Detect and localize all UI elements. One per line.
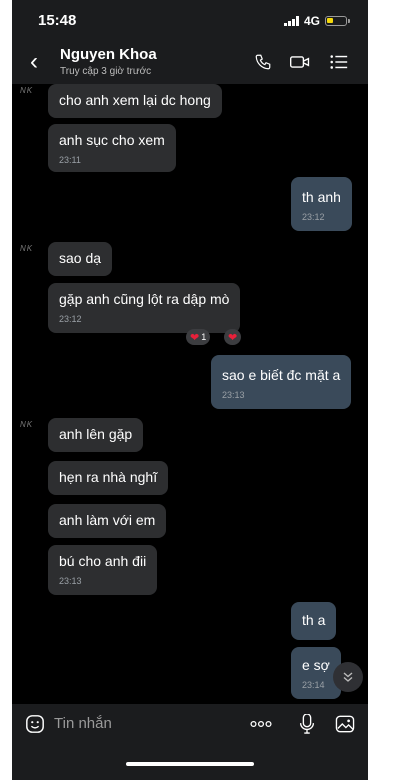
signal-icon [283, 16, 299, 26]
status-bar: 15:48 4G [12, 0, 368, 40]
last-seen-status: Truy cập 3 giờ trước [60, 66, 152, 77]
status-time: 15:48 [38, 12, 77, 29]
message-text: gặp anh cũng lột ra dập mò [59, 291, 230, 307]
message-time: 23:12 [302, 212, 325, 222]
emoji-sticker-icon[interactable] [24, 714, 46, 734]
message-text: th a [302, 612, 326, 628]
voice-to-text-icon[interactable] [296, 714, 318, 734]
react-button[interactable]: ❤ [224, 329, 242, 345]
reaction-summary[interactable]: ❤ 1 [186, 329, 211, 345]
status-indicators: 4G [283, 14, 350, 28]
message-incoming[interactable]: cho anh xem lại dc hong [48, 84, 222, 118]
contact-name[interactable]: Nguyen Khoa [60, 46, 157, 63]
message-incoming[interactable]: sao dạ [48, 242, 113, 276]
phone-call-icon[interactable] [252, 52, 274, 72]
message-incoming[interactable]: hẹn ra nhà nghĩ [48, 461, 169, 495]
message-text: sao dạ [59, 250, 102, 266]
message-time: 23:12 [59, 314, 82, 324]
message-composer: Tin nhắn [12, 704, 368, 744]
menu-list-icon[interactable] [328, 52, 350, 72]
message-outgoing[interactable]: th anh 23:12 [291, 177, 352, 231]
chat-header: ‹ Nguyen Khoa Truy cập 3 giờ trước [12, 40, 368, 84]
avatar[interactable]: NK [20, 86, 33, 95]
more-options-icon[interactable] [248, 714, 274, 734]
message-text: th anh [302, 189, 341, 205]
phone-screen: 15:48 4G ‹ Nguyen Khoa Truy cập 3 giờ tr… [12, 0, 368, 780]
message-text: sao e biết đc mặt a [222, 367, 341, 383]
avatar[interactable]: NK [20, 420, 33, 429]
home-indicator[interactable] [126, 762, 254, 766]
message-text: anh lên gặp [59, 426, 133, 442]
message-text: hẹn ra nhà nghĩ [59, 469, 158, 485]
message-time: 23:11 [59, 155, 81, 165]
home-indicator-area [12, 744, 368, 780]
message-text: cho anh xem lại dc hong [59, 92, 211, 108]
image-gallery-icon[interactable] [334, 714, 356, 734]
battery-tip [348, 19, 350, 23]
message-incoming[interactable]: anh sục cho xem 23:11 [48, 124, 176, 172]
heart-icon: ❤ [190, 331, 200, 344]
message-incoming[interactable]: gặp anh cũng lột ra dập mò 23:12 [48, 283, 241, 333]
battery-icon [325, 16, 347, 26]
message-time: 23:13 [222, 390, 245, 400]
message-time: 23:14 [302, 680, 325, 690]
message-text: anh sục cho xem [59, 132, 165, 148]
message-incoming[interactable]: anh làm với em [48, 504, 167, 538]
message-outgoing[interactable]: sao e biết đc mặt a 23:13 [211, 355, 352, 409]
message-list[interactable]: NK cho anh xem lại dc hong anh sục cho x… [12, 84, 368, 704]
reaction-count: 1 [201, 332, 207, 342]
message-incoming[interactable]: anh lên gặp [48, 418, 144, 452]
message-time: 23:13 [59, 576, 82, 586]
double-chevron-down-icon [343, 672, 353, 682]
message-incoming[interactable]: bú cho anh đii 23:13 [48, 545, 158, 595]
message-text: bú cho anh đii [59, 553, 147, 569]
avatar[interactable]: NK [20, 244, 33, 253]
message-input[interactable]: Tin nhắn [54, 715, 112, 732]
message-text: e sợ [302, 657, 330, 673]
message-outgoing[interactable]: th a [291, 602, 337, 640]
heart-icon: ❤ [228, 331, 238, 344]
message-text: anh làm với em [59, 512, 156, 528]
back-chevron-icon[interactable]: ‹ [30, 48, 38, 76]
network-type: 4G [303, 14, 320, 28]
video-call-icon[interactable] [289, 52, 311, 72]
scroll-to-bottom-button[interactable] [333, 662, 363, 692]
